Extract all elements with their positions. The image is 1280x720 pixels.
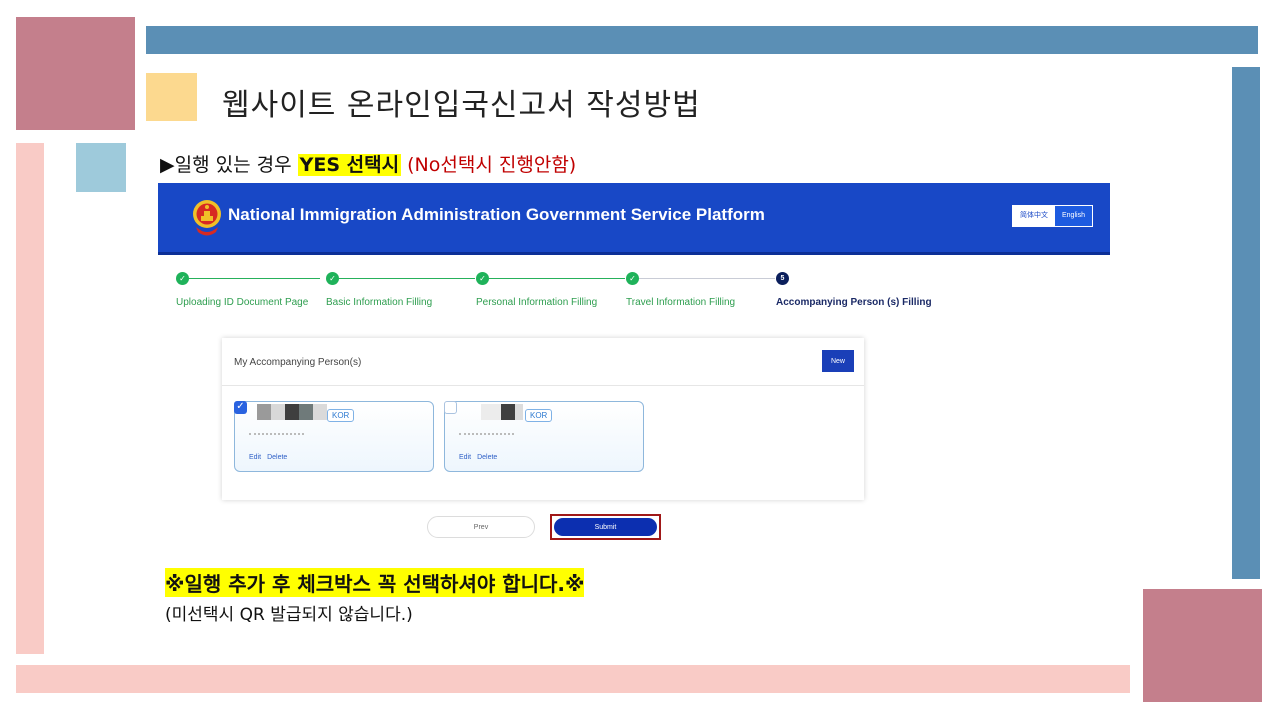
- portal-title: National Immigration Administration Gove…: [228, 205, 765, 224]
- person-card[interactable]: KOR Edit Delete: [444, 401, 644, 472]
- step-connector: [339, 278, 475, 279]
- progress-stepper: ✓ ✓ ✓ ✓ 5 Uploading ID Document Page Bas…: [158, 269, 1110, 309]
- blurred-name: [257, 404, 271, 420]
- instruction-line: ▶일행 있는 경우 YES 선택시 (No선택시 진행안함): [160, 150, 576, 177]
- blurred-name: [515, 404, 523, 420]
- decorative-bar-top: [146, 26, 1258, 54]
- step-connector: [639, 278, 775, 279]
- notice-sub: (미선택시 QR 발급되지 않습니다.): [165, 605, 413, 625]
- new-person-button[interactable]: New: [822, 350, 854, 372]
- step-label-personal-info: Personal Information Filling: [476, 297, 598, 308]
- step-check-icon: ✓: [176, 272, 189, 285]
- panel-divider: [222, 385, 864, 386]
- decorative-bar-right: [1232, 67, 1260, 579]
- step-connector: [489, 278, 625, 279]
- decorative-block-light-blue: [76, 143, 126, 192]
- step-check-icon: ✓: [326, 272, 339, 285]
- blurred-name: [299, 404, 313, 420]
- instruction-prefix: 일행 있는 경우: [174, 154, 298, 176]
- step-connector: [189, 278, 320, 279]
- step-label-uploading-id: Uploading ID Document Page: [176, 297, 309, 308]
- step-check-icon: ✓: [476, 272, 489, 285]
- national-emblem-icon: [193, 200, 221, 236]
- step-number-badge: 5: [776, 272, 789, 285]
- edit-link[interactable]: Edit: [459, 454, 471, 461]
- portal-screenshot: National Immigration Administration Gove…: [158, 183, 1110, 549]
- notice-main: ※일행 추가 후 체크박스 꼭 선택하셔야 합니다.※: [165, 568, 585, 597]
- slide-title: 웹사이트 온라인입국신고서 작성방법: [222, 88, 701, 123]
- card-actions: Edit Delete: [249, 454, 293, 461]
- checkbox-checked-icon[interactable]: ✓: [234, 401, 247, 414]
- blurred-name: [271, 404, 285, 420]
- step-label-travel-info: Travel Information Filling: [626, 297, 736, 308]
- blurred-name: [285, 404, 299, 420]
- blurred-passport-number: [459, 433, 514, 437]
- panel-title: My Accompanying Person(s): [234, 357, 362, 368]
- submit-highlight-frame: Submit: [550, 514, 661, 540]
- decorative-block-top-left: [16, 17, 135, 130]
- prev-button[interactable]: Prev: [427, 516, 535, 538]
- language-option-chinese[interactable]: 简体中文: [1013, 206, 1055, 226]
- decorative-bar-bottom: [16, 665, 1130, 693]
- portal-header: National Immigration Administration Gove…: [158, 183, 1110, 255]
- decorative-block-yellow: [146, 73, 197, 121]
- instruction-note: (No선택시 진행안함): [401, 154, 577, 176]
- delete-link[interactable]: Delete: [267, 454, 287, 461]
- blurred-name: [313, 404, 327, 420]
- checkbox-unchecked-icon[interactable]: [444, 401, 457, 414]
- edit-link[interactable]: Edit: [249, 454, 261, 461]
- decorative-bar-left: [16, 143, 44, 654]
- step-label-basic-info: Basic Information Filling: [326, 297, 433, 308]
- nationality-badge: KOR: [525, 409, 553, 422]
- step-label-accompanying: Accompanying Person (s) Filling: [776, 297, 932, 308]
- delete-link[interactable]: Delete: [477, 454, 497, 461]
- step-check-icon: ✓: [626, 272, 639, 285]
- card-actions: Edit Delete: [459, 454, 503, 461]
- blurred-name: [481, 404, 501, 420]
- decorative-block-bottom-right: [1143, 589, 1262, 702]
- instruction-highlight: YES 선택시: [297, 154, 402, 176]
- blurred-name: [501, 404, 515, 420]
- accompanying-persons-panel: My Accompanying Person(s) New ✓ KOR Edit…: [222, 338, 864, 500]
- triangle-bullet-icon: ▶: [160, 154, 175, 176]
- language-option-english[interactable]: English: [1055, 206, 1092, 226]
- language-switch: 简体中文 English: [1012, 205, 1093, 227]
- nationality-badge: KOR: [327, 409, 355, 422]
- blurred-passport-number: [249, 433, 304, 437]
- person-card[interactable]: ✓ KOR Edit Delete: [234, 401, 434, 472]
- submit-button[interactable]: Submit: [554, 518, 657, 536]
